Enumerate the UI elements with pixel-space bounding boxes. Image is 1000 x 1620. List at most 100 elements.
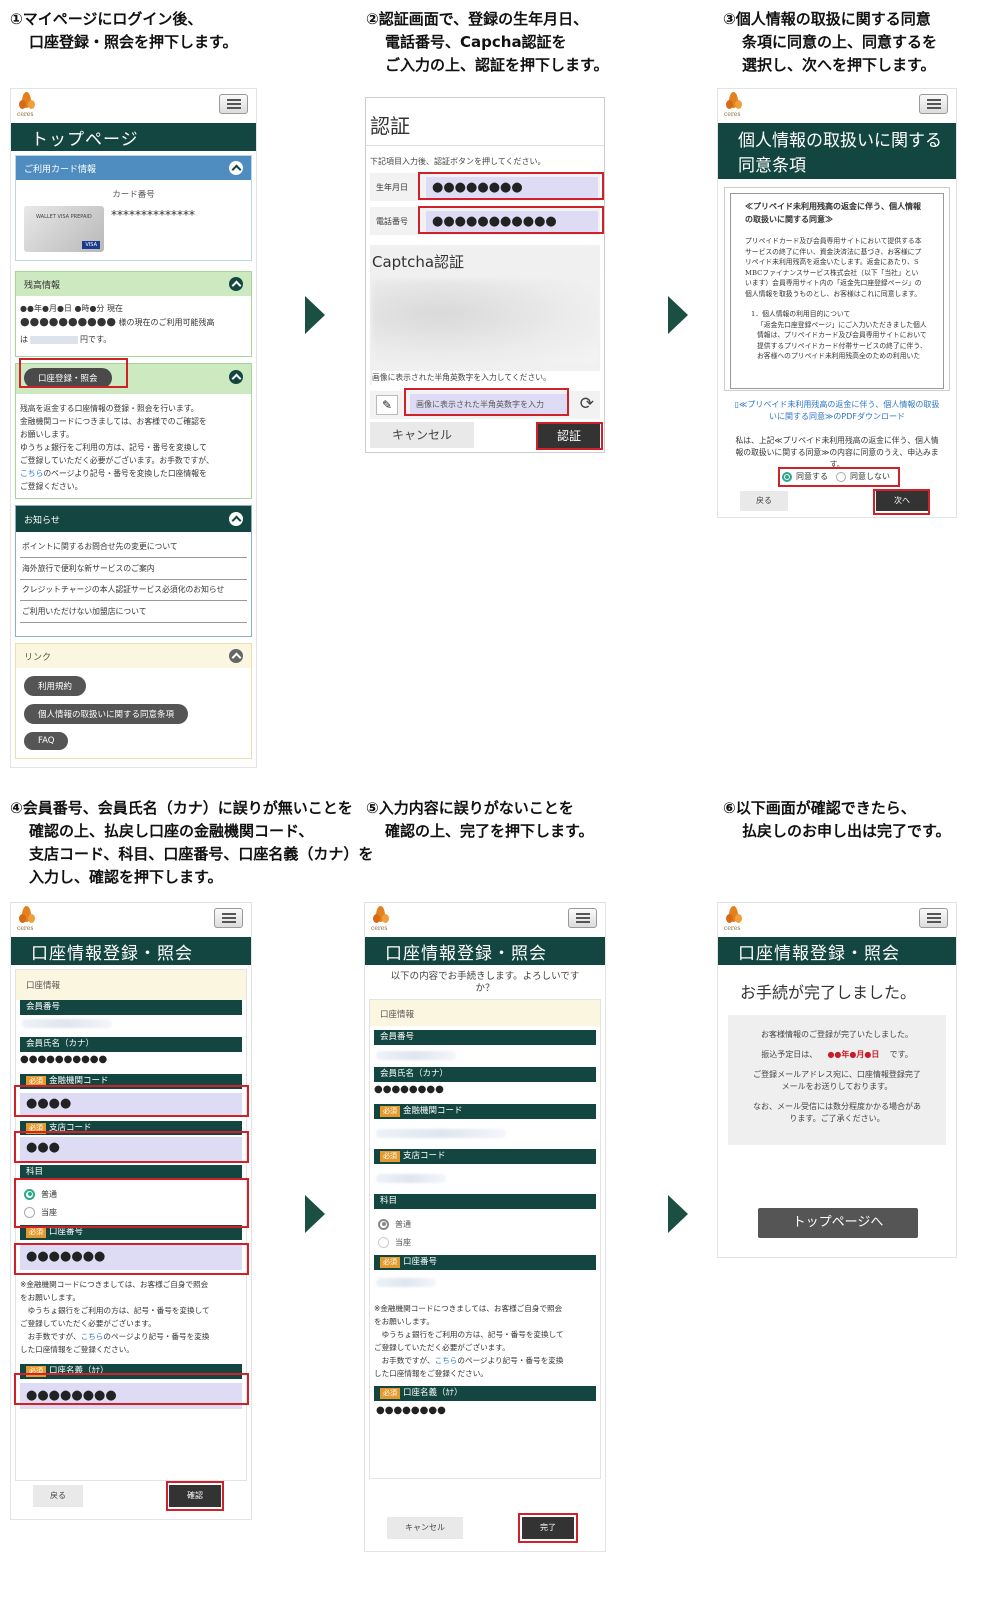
- screen-consent: ceres 個人情報の取扱いに関する 同意条項 ≪プリペイド未利用残高の返金に伴…: [717, 88, 957, 518]
- ceres-logo-icon: ceres: [724, 91, 744, 121]
- chevron-up-icon[interactable]: [229, 370, 243, 384]
- highlight-box: [14, 1373, 249, 1405]
- page-title-line2: 同意条項: [738, 156, 806, 176]
- arrow-right-icon: [668, 1195, 688, 1233]
- highlight-box: [14, 1131, 249, 1163]
- balance-header[interactable]: 残高情報: [16, 272, 251, 296]
- link-privacy-button[interactable]: 個人情報の取扱いに関する同意条項: [24, 704, 189, 724]
- convert-link[interactable]: こちら: [435, 1356, 458, 1365]
- balance-date: ●●年●月●日 ●時●分 現在: [20, 304, 123, 313]
- complete-message: お客様情報のご登録が完了いたしました。 振込予定日は、 ●●年●月●日 です。 …: [728, 1015, 946, 1145]
- card-no-label: カード番号: [112, 190, 155, 200]
- highlight-box: [518, 1513, 578, 1543]
- arrow-right-icon: [305, 1195, 325, 1233]
- member-no-label: 会員番号: [374, 1030, 596, 1045]
- member-no-label: 会員番号: [20, 1000, 242, 1015]
- hamburger-menu-icon[interactable]: [214, 908, 243, 928]
- card-info-section: ご利用カード情報 カード番号 WALLET VISA PREPAID VISA …: [15, 155, 252, 261]
- news-section: お知らせ ポイントに関するお問合せ先の変更について 海外旅行で便利な新サービスの…: [15, 505, 252, 637]
- step1-caption: ①マイページにログイン後、 口座登録・照会を押下します。: [10, 10, 238, 51]
- pdf-download-link[interactable]: ▯≪プリペイド未利用残高の返金に伴う、個人情報の取扱 いに関する同意≫のPDFダウ…: [718, 391, 956, 423]
- links-header[interactable]: リンク: [16, 644, 251, 668]
- page-title: 口座情報登録・照会: [365, 937, 605, 965]
- ceres-logo-icon: ceres: [724, 905, 744, 935]
- step3-caption: ③個人情報の取扱に関する同意 条項に同意の上、同意するを 選択し、次へを押下します。: [723, 10, 938, 74]
- section-header: 口座情報: [370, 1000, 600, 1026]
- member-name-label: 会員氏名（カナ）: [20, 1037, 242, 1052]
- back-button[interactable]: 戻る: [740, 491, 788, 511]
- step6-caption: ⑥以下画面が確認できたら、 払戻しのお申し出は完了です。: [723, 799, 951, 840]
- account-name-value: ●●●●●●●●: [376, 1405, 446, 1416]
- chevron-up-icon[interactable]: [229, 512, 243, 526]
- section-header: 口座情報: [16, 970, 246, 1000]
- subject-current-radio: [378, 1236, 389, 1248]
- hamburger-menu-icon[interactable]: [219, 94, 248, 114]
- news-item[interactable]: ポイントに関するお問合せ先の変更について: [20, 536, 247, 558]
- captcha-title: Captcha認証: [372, 253, 465, 271]
- subject-label: 科目: [374, 1194, 596, 1209]
- hamburger-menu-icon[interactable]: [919, 94, 948, 114]
- highlight-box: [19, 358, 128, 388]
- member-no-value: [22, 1019, 112, 1028]
- subject-ordinary-radio: [378, 1218, 389, 1230]
- news-header[interactable]: お知らせ: [16, 506, 251, 532]
- birth-label: 生年月日: [376, 183, 408, 192]
- convert-link[interactable]: こちら: [81, 1332, 104, 1341]
- arrow-right-icon: [668, 296, 688, 334]
- link-faq-button[interactable]: FAQ: [24, 732, 69, 750]
- member-name-value: ●●●●●●●●●●: [20, 1054, 108, 1065]
- captcha-image: [372, 280, 598, 364]
- member-name-value: ●●●●●●●●: [374, 1084, 444, 1095]
- step4-caption: ④会員番号、会員氏名（カナ）に誤りが無いことを 確認の上、払戻し口座の金融機関コー…: [10, 799, 374, 886]
- step2-caption: ②認証画面で、登録の生年月日、 電話番号、Capcha認証を ご入力の上、認証を押下…: [366, 10, 609, 74]
- screen-account-input: ceres 口座情報登録・照会 口座情報 会員番号 会員氏名（カナ） ●●●●●…: [10, 902, 252, 1520]
- back-button[interactable]: 戻る: [33, 1485, 83, 1507]
- page-title: トップページ: [11, 123, 256, 151]
- links-section: リンク 利用規約 個人情報の取扱いに関する同意条項 FAQ: [15, 643, 252, 759]
- link-terms-button[interactable]: 利用規約: [24, 676, 87, 696]
- highlight-box: [14, 1085, 249, 1117]
- account-summary: 口座情報 会員番号 会員氏名（カナ） ●●●●●●●● 必須 金融機関コード 必須…: [369, 999, 601, 1479]
- news-item[interactable]: 海外旅行で便利な新サービスのご案内: [20, 558, 247, 580]
- cancel-button[interactable]: キャンセル: [370, 422, 474, 448]
- account-no-label: 口座番号: [49, 1227, 84, 1237]
- cancel-button[interactable]: キャンセル: [387, 1517, 463, 1539]
- bank-code-label: 金融機関コード: [403, 1106, 463, 1116]
- highlight-box: [536, 422, 603, 450]
- tel-label: 電話番号: [376, 217, 408, 226]
- card-info-header[interactable]: ご利用カード情報: [16, 156, 251, 180]
- ceres-logo-icon: ceres: [17, 91, 37, 121]
- complete-heading: お手続が完了しました。: [740, 983, 917, 1002]
- highlight-box: [166, 1481, 224, 1511]
- highlight-box: [14, 1243, 249, 1275]
- transfer-date: ●●年●月●日: [827, 1050, 880, 1059]
- consent-document[interactable]: ≪プリペイド未利用残高の返金に伴う、個人情報 の取扱いに関する同意≫ プリペイドカ…: [724, 187, 950, 391]
- hamburger-menu-icon[interactable]: [568, 908, 597, 928]
- screen-top-page: ceres トップページ ご利用カード情報 カード番号 WALLET VISA …: [10, 88, 257, 768]
- subject-label: 科目: [20, 1165, 242, 1179]
- arrow-right-icon: [305, 296, 325, 334]
- hamburger-menu-icon[interactable]: [919, 908, 948, 928]
- page-title: 口座情報登録・照会: [11, 937, 251, 965]
- screen-auth: 認証 下記項目入力後、認証ボタンを押してください。 生年月日 ●●●●●●●● …: [365, 97, 605, 453]
- account-no-label: 口座番号: [403, 1257, 438, 1267]
- top-page-button[interactable]: トップページへ: [758, 1208, 918, 1238]
- chevron-up-icon[interactable]: [229, 161, 243, 175]
- account-name-label: 口座名義（ｶﾅ）: [403, 1388, 463, 1398]
- chevron-up-icon[interactable]: [229, 277, 243, 291]
- balance-section: 残高情報 ●●年●月●日 ●時●分 現在 ●●●●●●●●●● 様の現在のご利用…: [15, 271, 252, 357]
- convert-link[interactable]: こちら: [20, 469, 43, 478]
- captcha-box: Captcha認証 画像に表示された半角英数字を入力してください。: [370, 245, 604, 385]
- confirm-intro: 以下の内容でお手続きします。よろしいです か？: [390, 971, 580, 994]
- step5-caption: ⑤入力内容に誤りがないことを 確認の上、完了を押下します。: [366, 799, 594, 840]
- highlight-box: [873, 489, 930, 515]
- highlight-box: [404, 388, 569, 416]
- page-title: 口座情報登録・照会: [718, 937, 956, 965]
- chevron-up-icon[interactable]: [229, 649, 243, 663]
- captcha-instruction: 画像に表示された半角英数字を入力してください。: [372, 371, 604, 385]
- highlight-box: [418, 172, 604, 200]
- news-item[interactable]: ご利用いただけない加盟店について: [20, 601, 247, 623]
- highlight-box: [14, 1178, 249, 1228]
- refresh-icon[interactable]: ⟳: [580, 394, 594, 414]
- news-item[interactable]: クレジットチャージの本人認証サービス必須化のお知らせ: [20, 580, 247, 601]
